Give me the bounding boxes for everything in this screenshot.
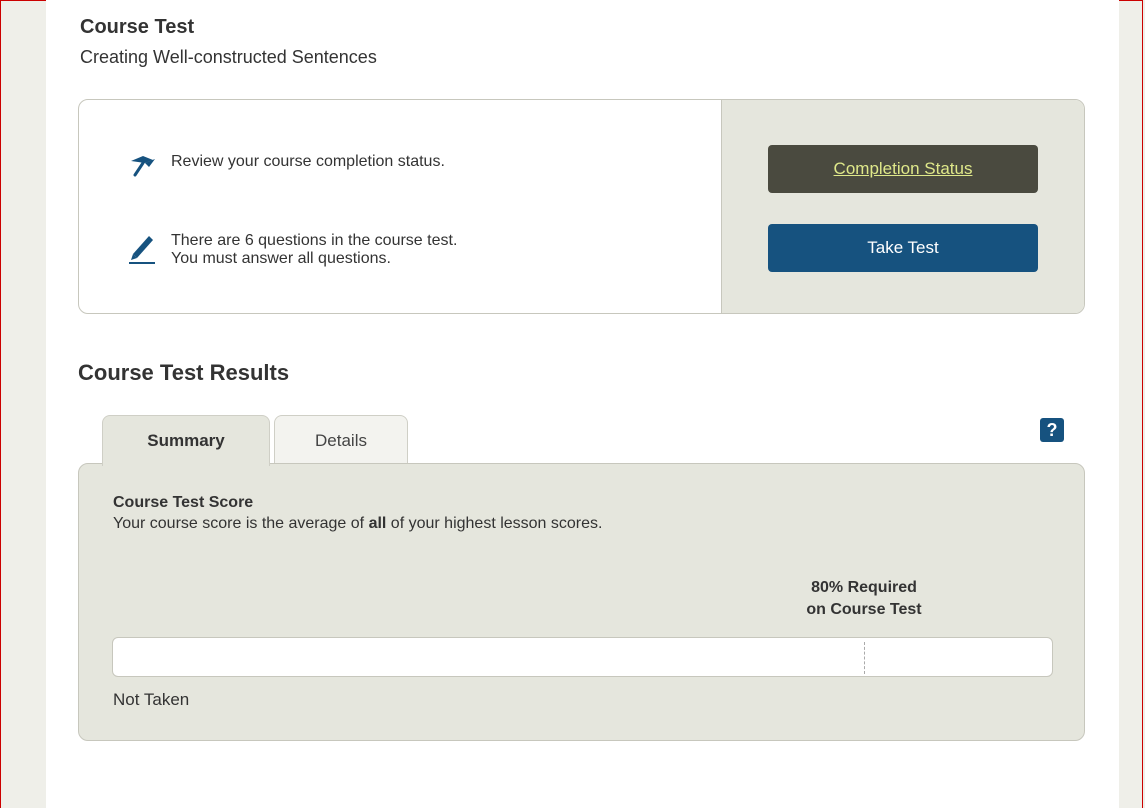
results-panel: Course Test Score Your course score is t… <box>78 463 1085 741</box>
status-row-text: Review your course completion status. <box>171 153 445 170</box>
score-desc-part-1: Your course score is the average of <box>113 515 369 532</box>
status-row: Review your course completion status. <box>125 153 445 181</box>
score-desc-part-2: of your highest lesson scores. <box>386 515 603 532</box>
test-info-row: There are 6 questions in the course test… <box>125 232 457 268</box>
pencil-icon <box>125 232 165 264</box>
score-status: Not Taken <box>113 690 190 709</box>
required-line-2: on Course Test <box>806 601 922 618</box>
test-info-line-1: There are 6 questions in the course test… <box>171 232 458 249</box>
results-section-title: Course Test Results <box>78 360 290 385</box>
tab-details[interactable]: Details <box>274 415 408 465</box>
flag-icon <box>125 153 165 181</box>
take-test-button[interactable]: Take Test <box>768 224 1038 272</box>
page-title: Course Test <box>80 16 195 38</box>
test-info-panel: Review your course completion status. Th… <box>78 99 1085 314</box>
required-line-1: 80% Required <box>811 579 917 596</box>
score-description: Your course score is the average of all … <box>113 515 602 533</box>
test-info-line-2: You must answer all questions. <box>171 250 391 267</box>
actions-area: Completion Status Take Test <box>721 100 1084 313</box>
score-progress-bar <box>112 637 1053 677</box>
completion-status-button[interactable]: Completion Status <box>768 145 1038 193</box>
score-title: Course Test Score <box>113 494 254 511</box>
tab-summary[interactable]: Summary <box>102 415 270 466</box>
required-score-marker <box>864 642 865 674</box>
score-desc-emphasis: all <box>368 515 387 532</box>
required-score-label: 80% Required on Course Test <box>769 577 959 621</box>
course-name: Creating Well-constructed Sentences <box>80 47 377 67</box>
help-icon[interactable]: ? <box>1040 418 1064 442</box>
